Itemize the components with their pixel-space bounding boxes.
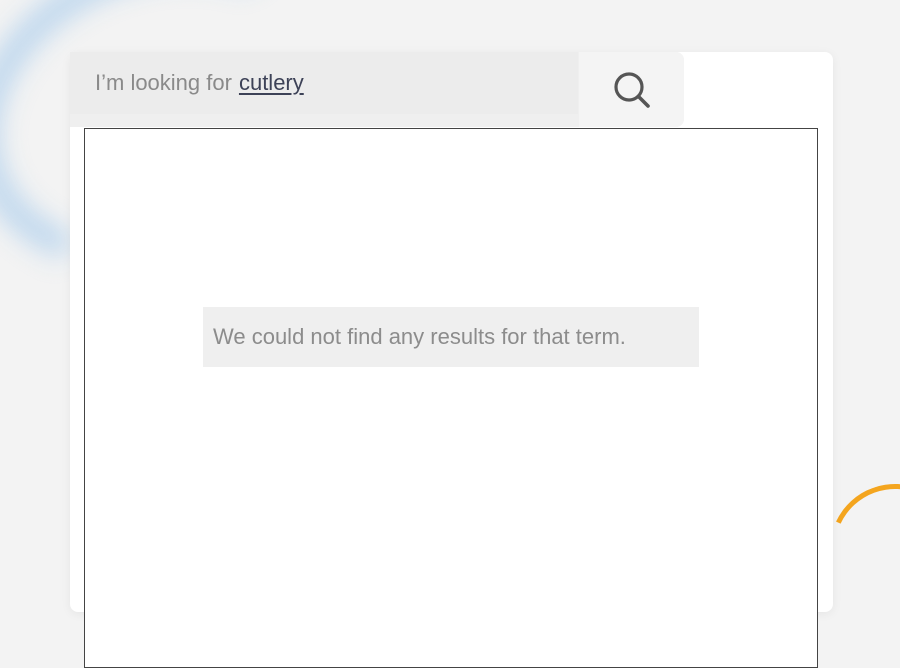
search-prefix-label: I’m looking for [95, 70, 232, 95]
search-card: I’m looking for cutlery We could not fin… [70, 52, 833, 668]
search-button[interactable] [579, 52, 684, 127]
no-results-message: We could not find any results for that t… [203, 307, 699, 367]
search-icon [613, 71, 650, 108]
search-term-link[interactable]: cutlery [239, 70, 304, 96]
search-input[interactable]: I’m looking for cutlery [70, 52, 578, 114]
search-bar: I’m looking for cutlery [70, 52, 684, 127]
results-panel: We could not find any results for that t… [84, 128, 818, 668]
